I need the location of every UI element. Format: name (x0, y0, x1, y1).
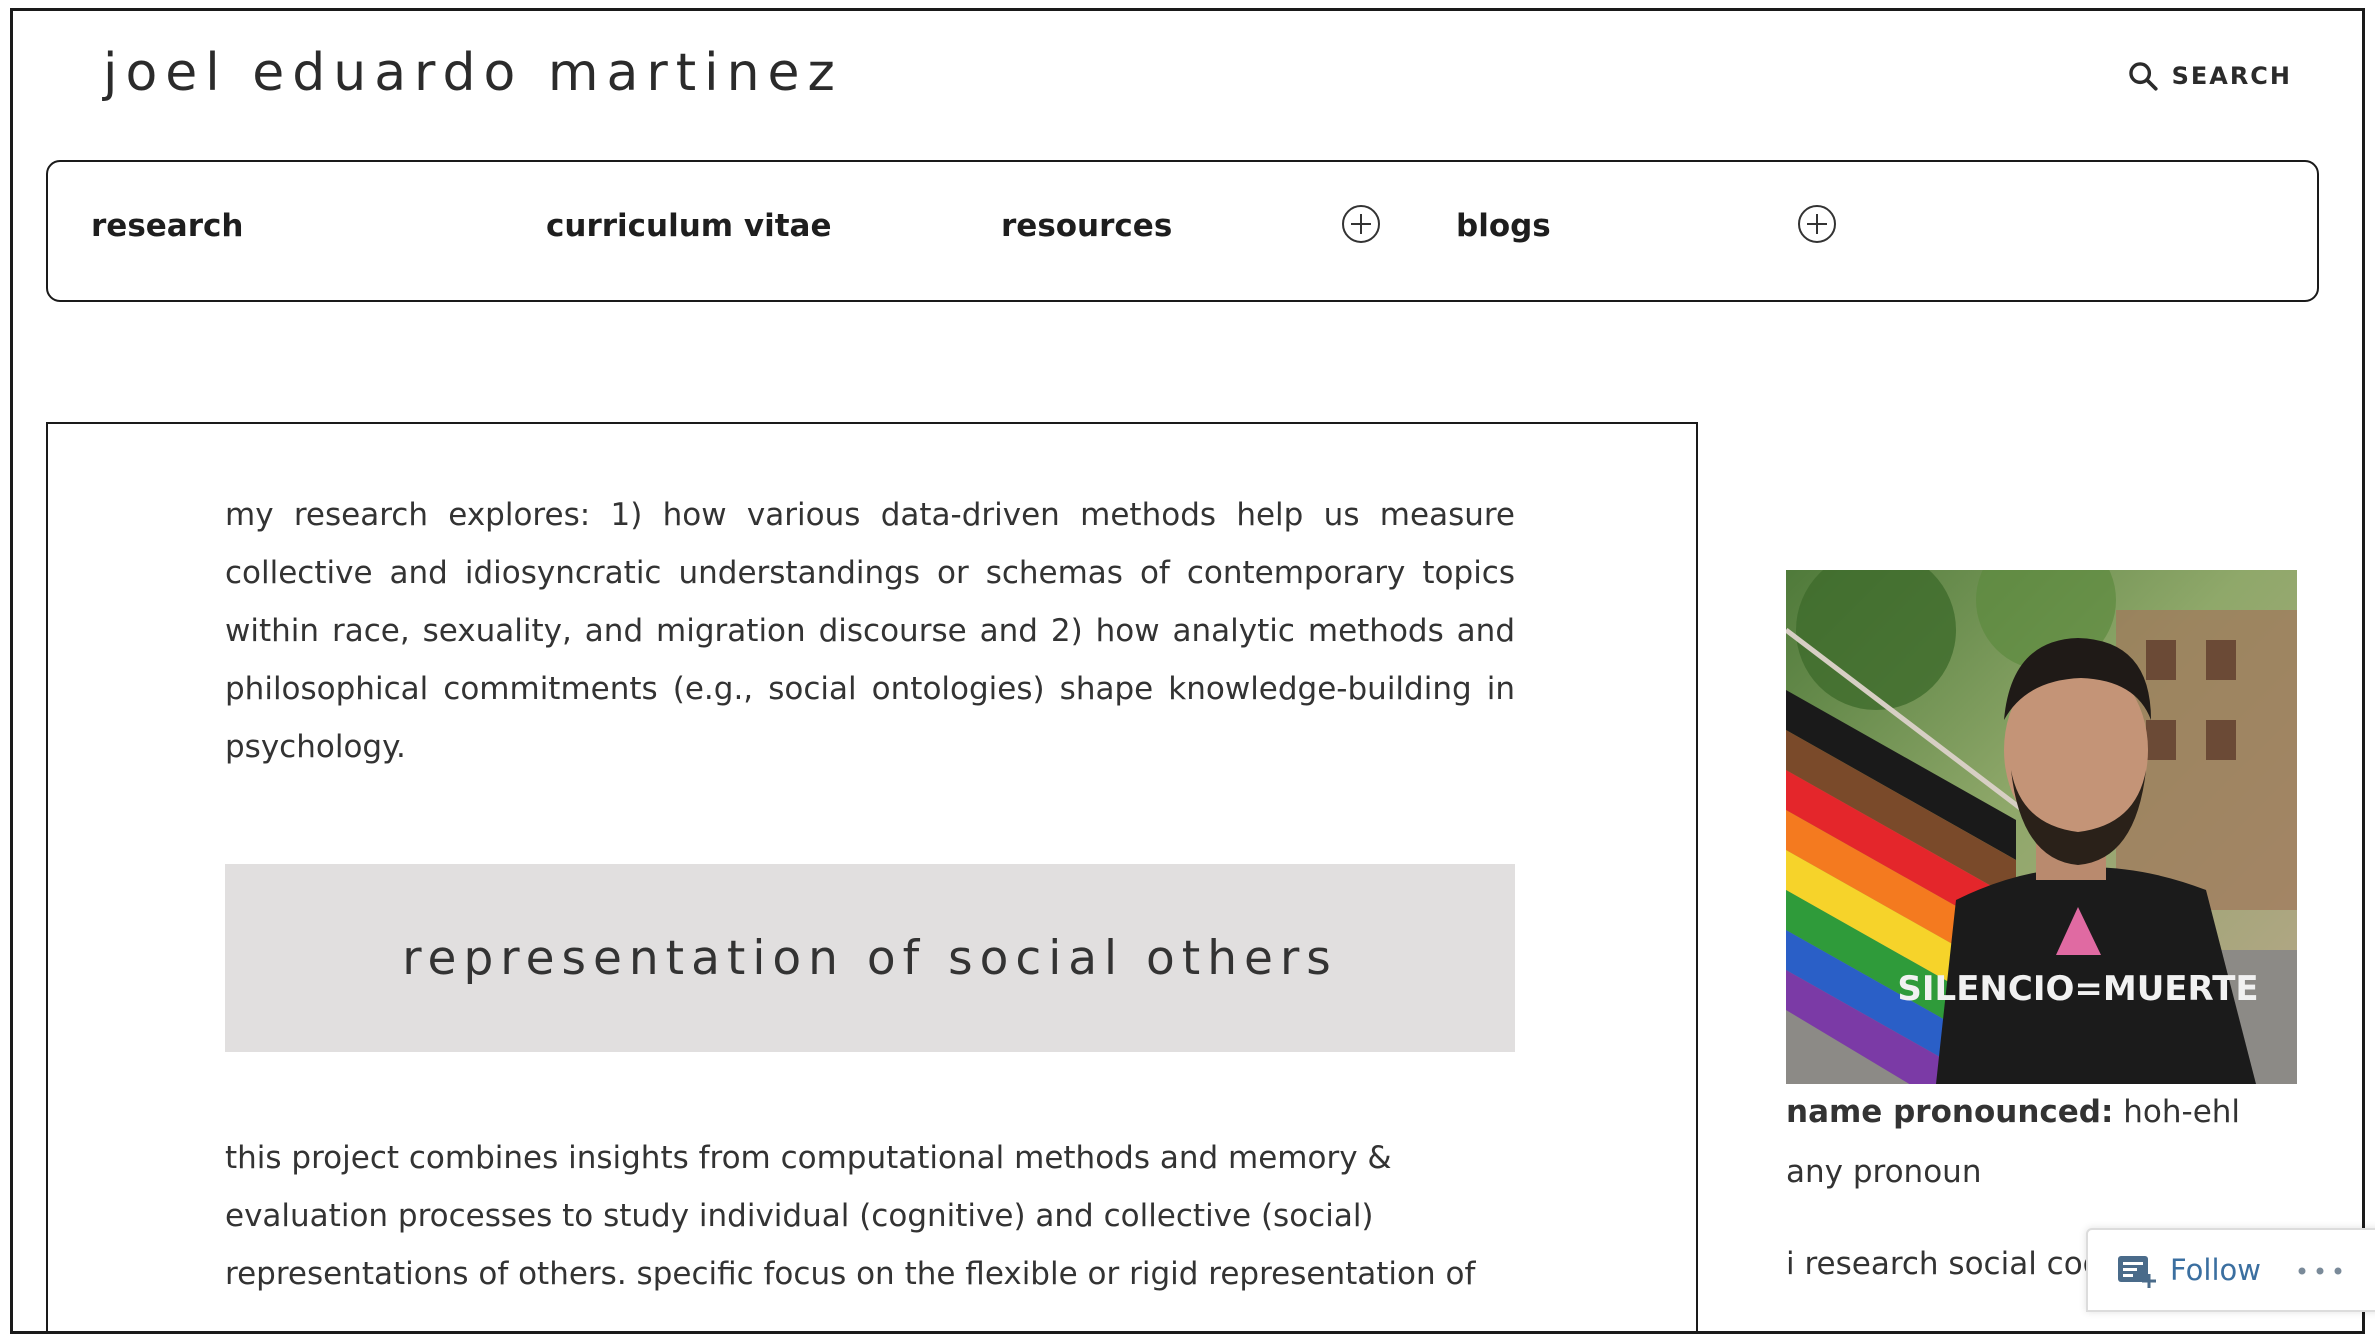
main-navigation: research curriculum vitae resources blog… (46, 160, 2319, 302)
search-icon (2126, 59, 2160, 93)
shirt-text: SILENCIO=MUERTE (1897, 969, 2258, 1009)
blogs-expand-icon[interactable] (1797, 204, 1837, 244)
project-text-line: representations of others. specific focu… (225, 1256, 1476, 1292)
nav-item-blogs[interactable]: blogs (1456, 208, 1551, 244)
section-heading: representation of social others (402, 930, 1338, 986)
search-button[interactable]: SEARCH (2126, 59, 2292, 93)
follow-bar: Follow (2086, 1228, 2375, 1312)
pronounced-value: hoh-ehl (2113, 1094, 2241, 1130)
pronoun-text: any pronoun (1786, 1154, 1982, 1190)
follow-button[interactable]: Follow (2116, 1250, 2261, 1290)
nav-item-resources[interactable]: resources (1001, 208, 1172, 244)
follow-label: Follow (2170, 1253, 2261, 1287)
pronounced-label: name pronounced: (1786, 1094, 2114, 1130)
research-intro: my research explores: 1) how various dat… (225, 497, 1515, 765)
search-label: SEARCH (2171, 62, 2292, 90)
profile-photo: SILENCIO=MUERTE (1786, 570, 2297, 1084)
site-title[interactable]: joel eduardo martinez (103, 43, 843, 103)
page-frame: joel eduardo martinez SEARCH research cu… (10, 8, 2365, 1334)
main-content: my research explores: 1) how various dat… (46, 422, 1698, 1331)
section-banner: representation of social others (225, 864, 1515, 1052)
nav-item-curriculum-vitae[interactable]: curriculum vitae (546, 208, 831, 244)
resources-expand-icon[interactable] (1341, 204, 1381, 244)
nav-item-research[interactable]: research (91, 208, 243, 244)
project-text-line: evaluation processes to study individual… (225, 1198, 1374, 1234)
project-text-line: this project combines insights from comp… (225, 1140, 1392, 1176)
sidebar-bio: i research social cog (1786, 1246, 2103, 1282)
reader-follow-icon (2116, 1250, 2158, 1290)
name-pronunciation: name pronounced: hoh-ehl (1786, 1094, 2240, 1130)
project-description: this project combines insights from comp… (225, 1129, 1515, 1303)
more-options-icon[interactable] (2297, 1261, 2343, 1280)
